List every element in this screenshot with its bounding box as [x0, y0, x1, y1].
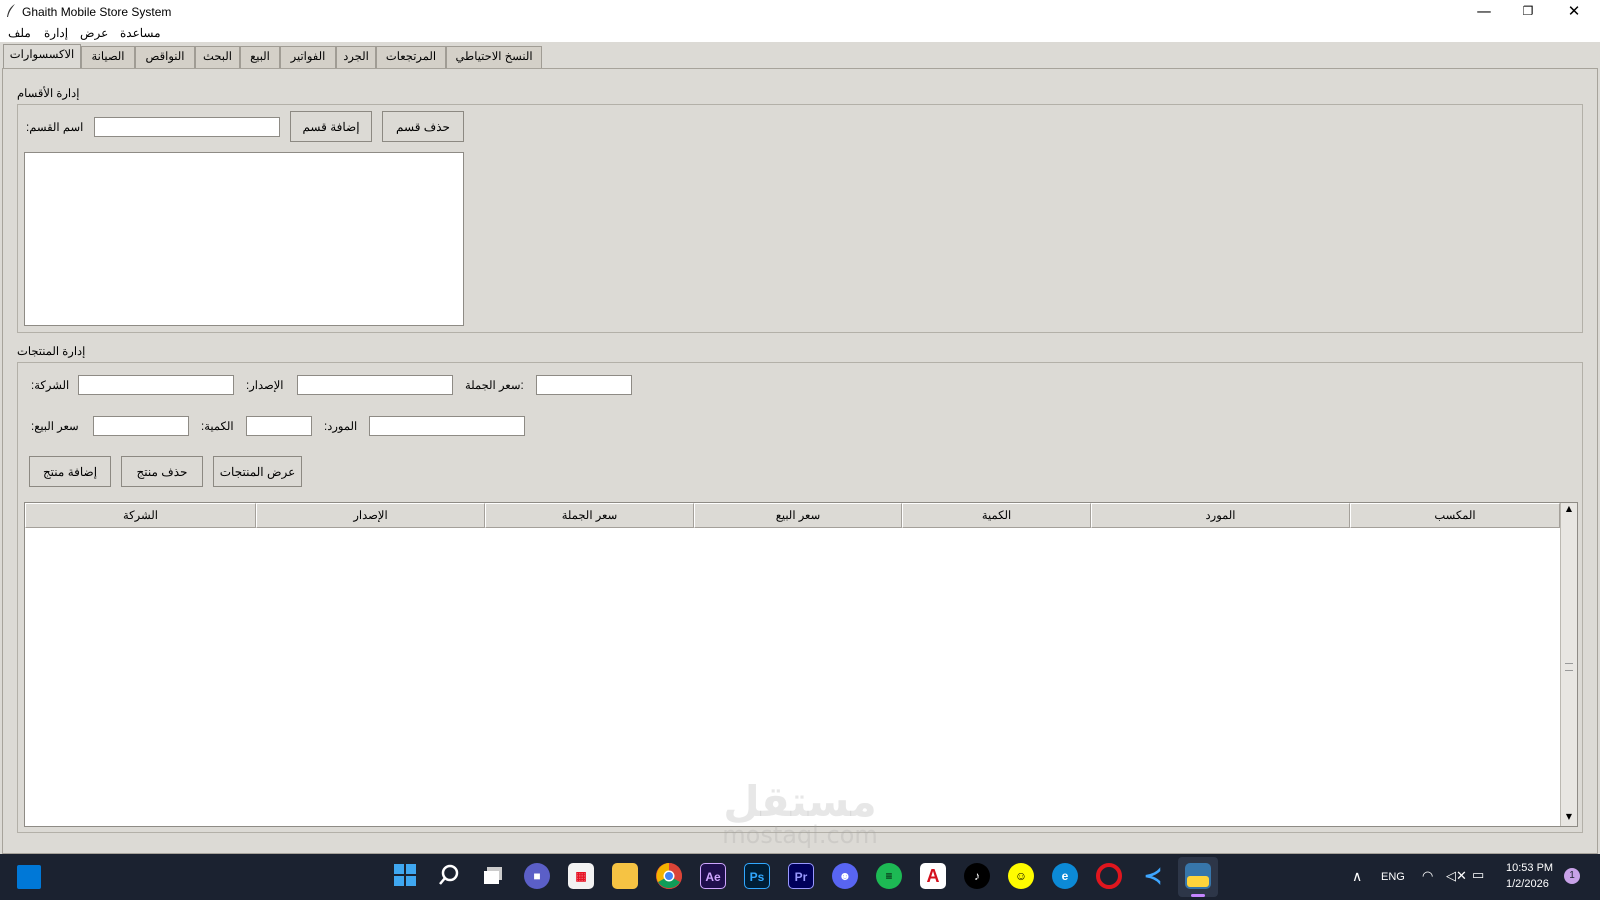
supplier-label: :المورد: [324, 421, 358, 433]
watermark-arabic: مستقل: [723, 777, 877, 826]
tab-search[interactable]: البحث: [195, 46, 240, 68]
sale-price-label: :سعر البيع: [31, 421, 79, 433]
company-input[interactable]: [78, 375, 234, 395]
start-icon[interactable]: [392, 863, 418, 889]
notification-badge[interactable]: 1: [1564, 868, 1580, 884]
tab-returns[interactable]: المرتجعات: [376, 46, 446, 68]
menu-help[interactable]: مساعدة: [120, 24, 161, 42]
tab-inventory[interactable]: الجرد: [336, 46, 376, 68]
categories-section-title: إدارة الأقسام: [17, 88, 80, 100]
search-icon[interactable]: [436, 863, 462, 889]
tab-sales[interactable]: البيع: [240, 46, 280, 68]
feather-icon: [6, 4, 16, 22]
wholesale-price-input[interactable]: [536, 375, 632, 395]
wholesale-price-label: سعر الجملة:: [465, 380, 524, 392]
window-title: Ghaith Mobile Store System: [22, 5, 172, 19]
tab-backup[interactable]: النسخ الاحتياطي: [446, 46, 542, 68]
close-button[interactable]: ✕: [1552, 0, 1596, 22]
column-header-wholesale-price[interactable]: سعر الجملة: [485, 503, 694, 528]
file-explorer-icon[interactable]: [612, 863, 638, 889]
column-header-supplier[interactable]: المورد: [1091, 503, 1350, 528]
category-name-input[interactable]: [94, 117, 280, 137]
tab-shortages[interactable]: النواقص: [135, 46, 195, 68]
menu-view[interactable]: عرض: [80, 24, 108, 42]
tab-accessories[interactable]: الاكسسوارات: [3, 44, 81, 69]
version-label: :الإصدار: [246, 380, 284, 392]
menu-manage[interactable]: إدارة: [44, 24, 68, 42]
discord-icon[interactable]: ☻: [832, 863, 858, 889]
column-header-profit[interactable]: المكسب: [1350, 503, 1560, 528]
column-header-version[interactable]: الإصدار: [256, 503, 485, 528]
scroll-up-arrow-icon[interactable]: ▲: [1561, 504, 1577, 513]
spotify-icon[interactable]: ≡: [876, 863, 902, 889]
scrollbar-grip[interactable]: [1565, 663, 1573, 671]
company-label: :الشركة: [31, 380, 70, 392]
acrobat-icon[interactable]: A: [920, 863, 946, 889]
tab-maintenance[interactable]: الصيانة: [81, 46, 135, 68]
vscode-icon[interactable]: ≺: [1140, 863, 1166, 889]
show-products-button[interactable]: عرض المنتجات: [213, 456, 302, 487]
scroll-down-arrow-icon[interactable]: ▼: [1561, 812, 1577, 821]
photoshop-icon[interactable]: Ps: [744, 863, 770, 889]
show-hidden-icons-icon[interactable]: ∧: [1352, 868, 1362, 885]
quantity-label: :الكمية: [201, 421, 234, 433]
teams-icon[interactable]: ■: [524, 863, 550, 889]
tab-invoices[interactable]: الفواتير: [280, 46, 336, 68]
delete-product-button[interactable]: حذف منتج: [121, 456, 203, 487]
desktop-app-icon[interactable]: [17, 865, 41, 889]
quantity-input[interactable]: [246, 416, 312, 436]
chrome-icon[interactable]: [656, 863, 682, 889]
maximize-button[interactable]: ❐: [1506, 0, 1550, 22]
menu-file[interactable]: ملف: [8, 24, 31, 42]
premiere-icon[interactable]: Pr: [788, 863, 814, 889]
title-bar: Ghaith Mobile Store System — ❐ ✕: [0, 0, 1600, 24]
sale-price-input[interactable]: [93, 416, 189, 436]
column-header-sale-price[interactable]: سعر البيع: [694, 503, 902, 528]
add-product-button[interactable]: إضافة منتج: [29, 456, 111, 487]
tiktok-icon[interactable]: ♪: [964, 863, 990, 889]
active-app-indicator: [1191, 894, 1205, 897]
snapchat-icon[interactable]: ☺: [1008, 863, 1034, 889]
supplier-input[interactable]: [369, 416, 525, 436]
column-header-company[interactable]: الشركة: [25, 503, 256, 528]
add-category-button[interactable]: إضافة قسم: [290, 111, 372, 142]
column-header-quantity[interactable]: الكمية: [902, 503, 1091, 528]
python-icon[interactable]: [1185, 863, 1211, 889]
categories-listbox[interactable]: [24, 152, 464, 326]
delete-category-button[interactable]: حذف قسم: [382, 111, 464, 142]
table-vertical-scrollbar[interactable]: ▲ ▼: [1560, 503, 1577, 826]
watermark-latin: mostaql.com: [722, 821, 878, 849]
wifi-icon[interactable]: ◠: [1422, 868, 1433, 884]
edge-icon[interactable]: e: [1052, 863, 1078, 889]
menu-bar: ملف إدارة عرض مساعدة: [0, 24, 1600, 42]
opera-icon[interactable]: [1096, 863, 1122, 889]
version-input[interactable]: [297, 375, 453, 395]
minimize-button[interactable]: —: [1462, 0, 1506, 22]
category-name-label: :اسم القسم: [26, 122, 84, 134]
clock-date[interactable]: 1/2/2026: [1506, 878, 1549, 890]
clock-time[interactable]: 10:53 PM: [1506, 862, 1553, 874]
after-effects-icon[interactable]: Ae: [700, 863, 726, 889]
task-view-icon[interactable]: [480, 863, 506, 889]
language-indicator[interactable]: ENG: [1381, 871, 1405, 883]
battery-icon[interactable]: ▭: [1472, 867, 1484, 883]
volume-muted-icon[interactable]: ◁✕: [1446, 868, 1467, 884]
store-icon[interactable]: ▦: [568, 863, 594, 889]
products-section-title: إدارة المنتجات: [17, 346, 86, 358]
